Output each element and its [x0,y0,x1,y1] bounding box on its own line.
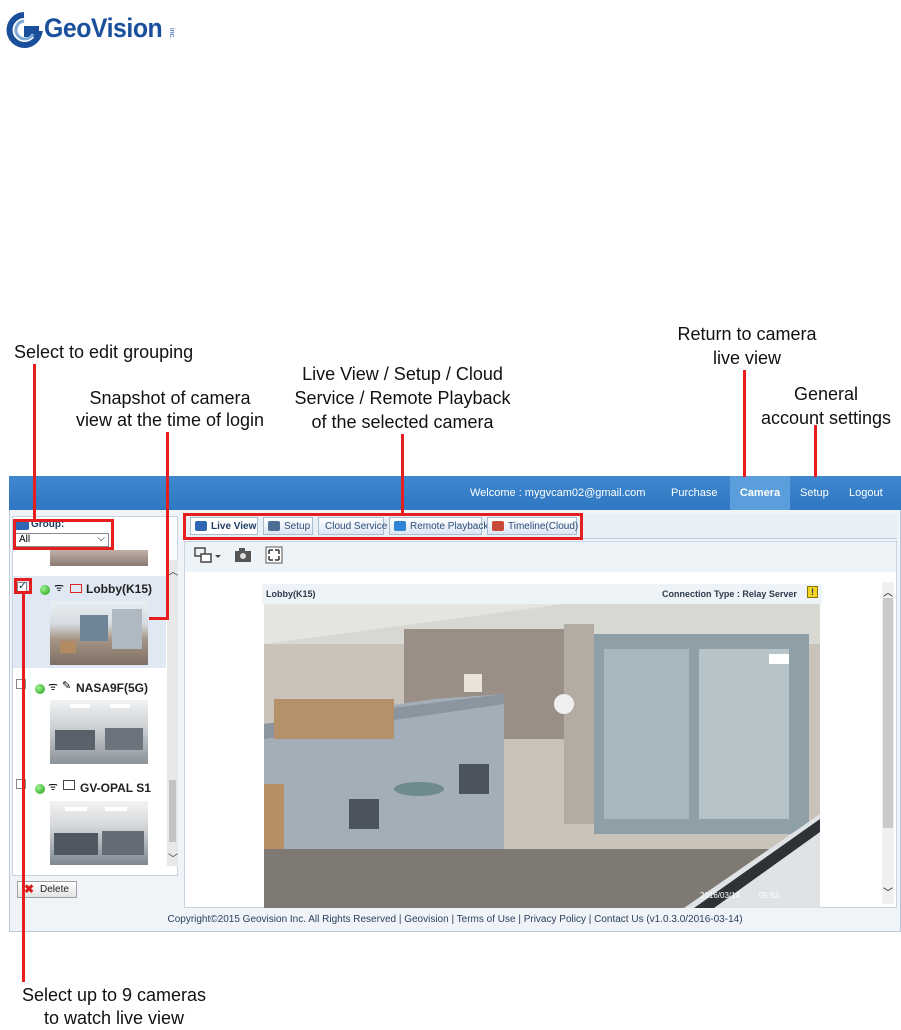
recording-icon [70,584,82,593]
fullscreen-icon[interactable] [265,546,283,564]
nav-purchase[interactable]: Purchase [671,476,717,510]
wifi-icon: ᯤ [48,781,59,793]
nav-logout[interactable]: Logout [849,476,883,510]
layout-icon[interactable] [193,546,221,566]
delete-label: Delete [40,884,69,895]
annotation-select-1: Select up to 9 cameras [21,985,207,1005]
logo-suffix: inc. [167,28,175,39]
annotation-camera-1: Return to camera [677,324,817,344]
live-view-toolbar [185,542,896,572]
camera-snapshot[interactable] [50,601,148,665]
annotation-setup-2: account settings [760,408,892,428]
footer: Copyright©2015 Geovision Inc. All Rights… [167,914,743,925]
annotation-select-2: to watch live view [43,1008,185,1028]
snapshot-scene [60,609,142,653]
wifi-icon: ᯤ [54,582,65,594]
camera-snapshot[interactable] [50,801,148,865]
camera-name: NASA9F(5G) [76,681,149,695]
sd-card-icon [63,780,75,790]
video-scroll-down-icon[interactable]: ﹀ [883,884,893,899]
online-status-icon [35,784,45,794]
nav-camera[interactable]: Camera [730,476,790,510]
scrollbar-thumb[interactable] [169,780,176,842]
annotation-snapshot-1: Snapshot of camera [89,388,251,408]
warning-icon[interactable]: ! [807,586,818,598]
live-video-feed[interactable]: 2016/03/14 05:53 [264,604,820,908]
pointer-line-select [22,594,25,982]
camera-thumbnail-partial [50,550,148,566]
online-status-icon [35,684,45,694]
delete-icon: ✖ [24,882,35,896]
annotation-grouping: Select to edit grouping [14,342,194,362]
annotation-setup-1: General [793,384,859,404]
pointer-line-snapshot-h [149,617,169,620]
video-time: 05:53 [759,891,780,900]
geovision-logo-mark-icon [6,12,43,48]
wifi-icon: ᯤ [48,681,59,693]
camera-name: Lobby(K15) [86,582,152,596]
pointer-line-grouping [33,364,36,520]
annotation-camera-2: live view [712,348,782,368]
highlight-checkbox-box [14,578,32,594]
annotation-tabs-3: of the selected camera [311,412,494,432]
video-timestamp: 2016/03/14 [700,891,741,900]
pointer-line-tabs [401,434,404,514]
scroll-up-icon[interactable]: ︿ [168,563,178,578]
camera-snapshot[interactable] [50,700,148,764]
camera-name: GV-OPAL S1 [80,781,151,795]
logo-text: GeoVision [44,13,163,43]
video-camera-name: Lobby(K15) [266,589,316,599]
video-scrollbar-thumb[interactable] [883,598,893,828]
pointer-line-snapshot [166,432,169,620]
snapshot-scene [55,704,143,750]
mic-icon: ✎ [62,680,72,692]
delete-button[interactable]: ✖ Delete [17,881,77,898]
annotation-snapshot-2: view at the time of login [75,410,265,430]
annotation-tabs-1: Live View / Setup / Cloud [302,364,503,384]
snapshot-camera-icon[interactable] [233,546,253,564]
welcome-text: Welcome : mygvcam02@gmail.com [470,487,646,499]
nav-setup[interactable]: Setup [800,476,829,510]
online-status-icon [40,585,50,595]
highlight-tabs-box [183,513,583,540]
video-header: Lobby(K15) Connection Type : Relay Serve… [262,584,822,604]
pointer-line-camera [743,370,746,477]
video-scroll-up-icon[interactable]: ︿ [883,584,893,599]
scroll-down-icon[interactable]: ﹀ [168,850,178,865]
pointer-line-setup [814,425,817,477]
connection-type: Connection Type : Relay Server [662,589,797,599]
snapshot-scene [54,807,144,855]
lobby-scene [264,604,820,908]
highlight-group-box [13,519,114,550]
annotation-tabs-2: Service / Remote Playback [294,388,511,408]
